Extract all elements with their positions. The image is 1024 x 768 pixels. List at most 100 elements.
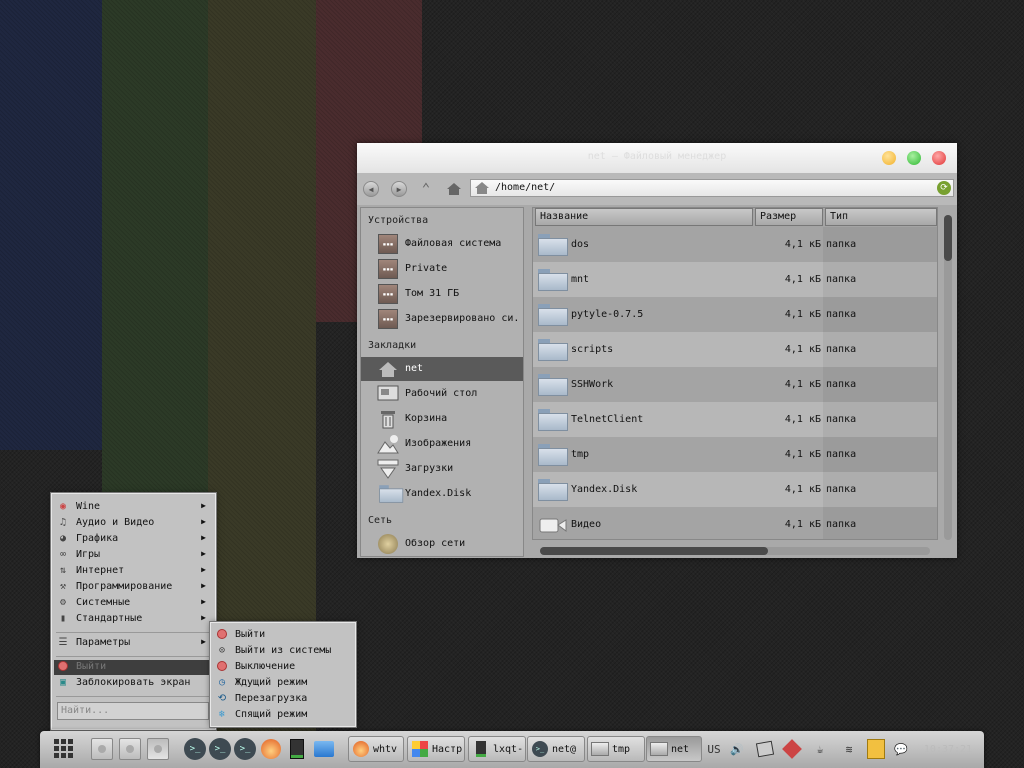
submenu-item-shutdown[interactable]: Выключение [213, 660, 351, 675]
horizontal-scrollbar[interactable] [540, 547, 930, 555]
scrollbar-thumb[interactable] [944, 215, 952, 261]
side-pane: Устройства ▪▪▪ Файловая система ▪▪▪ Privat… [360, 207, 524, 557]
column-header-type[interactable]: Тип [825, 208, 937, 226]
task-button-6[interactable]: net [646, 736, 702, 762]
file-row[interactable]: mnt 4,1 кБ папка [533, 262, 937, 297]
close-button[interactable] [932, 151, 946, 165]
folder-blue-icon [314, 741, 334, 757]
file-row[interactable]: scripts 4,1 кБ папка [533, 332, 937, 367]
maximize-button[interactable] [907, 151, 921, 165]
menu-item-network[interactable]: ⇅ Интернет ▶ [54, 564, 211, 579]
wifi-icon[interactable]: ≋ [838, 737, 860, 761]
volume-icon[interactable]: 🔊 [726, 737, 748, 761]
submenu-item-clock[interactable]: ◷ Ждущий режим [213, 676, 351, 691]
menu-item-lock-screen[interactable]: ▣ Заблокировать экран [54, 676, 211, 691]
network-manager-icon[interactable] [781, 737, 803, 761]
sidebar-item-trash[interactable]: Корзина [361, 407, 523, 431]
file-row[interactable]: Видео 4,1 кБ папка [533, 507, 937, 539]
quicklaunch-file-manager[interactable] [312, 735, 336, 763]
file-size: 4,1 кБ [784, 379, 821, 390]
desktop-dot-icon [154, 745, 162, 753]
submenu-item-snowflake[interactable]: ❄ Спящий режим [213, 708, 351, 723]
coffee-cup-icon[interactable]: ☕ [809, 737, 831, 761]
submenu-item-power[interactable]: Выйти [213, 628, 351, 643]
location-bar[interactable]: /home/net/ ⟳ [470, 179, 954, 197]
clock[interactable]: 10:37:21 [920, 737, 976, 761]
column-header-size[interactable]: Размер [755, 208, 823, 226]
up-button[interactable]: ⌃ [417, 180, 435, 198]
task-button-4[interactable]: >_ net@ [527, 736, 585, 762]
menu-item-music[interactable]: ♫ Аудио и Видео ▶ [54, 516, 211, 531]
file-name: SSHWork [571, 379, 614, 390]
file-size: 4,1 кБ [784, 449, 821, 460]
desktop-switch-1[interactable] [90, 735, 114, 763]
menu-item-logout[interactable]: Выйти [54, 660, 211, 675]
refresh-icon[interactable]: ⟳ [937, 181, 951, 195]
sidebar-item-network-browse[interactable]: Обзор сети [361, 532, 523, 556]
vertical-scrollbar[interactable] [944, 215, 952, 540]
task-button-5[interactable]: tmp [587, 736, 645, 762]
apps-grid-icon [54, 739, 73, 758]
notifications-icon[interactable]: 💬 [890, 737, 912, 761]
menu-item-settings[interactable]: ☰ Параметры ▶ [54, 636, 211, 651]
home-button[interactable] [445, 180, 463, 198]
quicklaunch-browser[interactable] [259, 735, 283, 763]
title-bar[interactable]: net – Файловый менеджер [357, 143, 957, 173]
desktop-switch-3[interactable] [146, 735, 170, 763]
sidebar-item-reserved[interactable]: ▪▪▪ Зарезервировано си... [361, 307, 523, 331]
back-button[interactable]: ◀ [362, 180, 380, 198]
menu-item-gamepad[interactable]: ∞ Игры ▶ [54, 548, 211, 563]
device-manager-icon[interactable] [754, 737, 776, 761]
menu-item-gears[interactable]: ⚙ Системные ▶ [54, 596, 211, 611]
column-header-name[interactable]: Название [535, 208, 753, 226]
file-row[interactable]: TelnetClient 4,1 кБ папка [533, 402, 937, 437]
file-row[interactable]: tmp 4,1 кБ папка [533, 437, 937, 472]
task-button-1[interactable]: whtv [348, 736, 404, 762]
file-row[interactable]: pytyle-0.7.5 4,1 кБ папка [533, 297, 937, 332]
sidebar-item-yandex-disk[interactable]: Yandex.Disk [361, 482, 523, 506]
file-name: dos [571, 239, 590, 250]
file-name: mnt [571, 274, 590, 285]
keyboard-layout-indicator[interactable]: US [706, 737, 722, 761]
task-label: net [671, 743, 690, 755]
quicklaunch-monitor[interactable] [286, 735, 308, 763]
desktop-switch-2[interactable] [118, 735, 142, 763]
file-row[interactable]: SSHWork 4,1 кБ папка [533, 367, 937, 402]
menu-item-wrench[interactable]: ⚒ Программирование ▶ [54, 580, 211, 595]
folder-icon [538, 444, 568, 466]
sidebar-item-volume[interactable]: ▪▪▪ Том 31 ГБ [361, 282, 523, 306]
menu-item-accessories[interactable]: ▮ Стандартные ▶ [54, 612, 211, 627]
forward-arrow-icon: ▶ [391, 181, 407, 197]
file-row[interactable]: Yandex.Disk 4,1 кБ папка [533, 472, 937, 507]
quicklaunch-terminal-1[interactable]: >_ [183, 735, 207, 763]
submenu-arrow-icon: ▶ [201, 565, 206, 574]
menu-item-wine[interactable]: ◉ Wine ▶ [54, 500, 211, 515]
sidebar-item-net[interactable]: net [361, 357, 523, 381]
folder-icon [538, 269, 568, 291]
task-button-2[interactable]: Настр [407, 736, 465, 762]
sidebar-item-pictures[interactable]: Изображения [361, 432, 523, 456]
settings-icon [411, 740, 429, 758]
notes-icon[interactable] [865, 737, 887, 761]
quicklaunch-terminal-3[interactable]: >_ [233, 735, 257, 763]
submenu-item-logout[interactable]: ⊙ Выйти из системы [213, 644, 351, 659]
menu-item-palette[interactable]: ◕ Графика ▶ [54, 532, 211, 547]
wallpaper-stripe-blue [0, 0, 102, 450]
submenu-item-reboot[interactable]: ⟲ Перезагрузка [213, 692, 351, 707]
sidebar-item-filesystem[interactable]: ▪▪▪ Файловая система [361, 232, 523, 256]
task-button-3[interactable]: lxqt- [468, 736, 526, 762]
forward-button[interactable]: ▶ [390, 180, 408, 198]
file-size: 4,1 кБ [784, 274, 821, 285]
main-menu-button[interactable] [52, 735, 76, 763]
sidebar-item-desktop[interactable]: Рабочий стол [361, 382, 523, 406]
file-row[interactable]: dos 4,1 кБ папка [533, 227, 937, 262]
sidebar-item-private[interactable]: ▪▪▪ Private [361, 257, 523, 281]
sidebar-item-downloads[interactable]: Загрузки [361, 457, 523, 481]
bookmarks-header: Закладки [368, 340, 417, 351]
file-type: папка [826, 414, 857, 425]
scrollbar-thumb[interactable] [540, 547, 768, 555]
quicklaunch-terminal-2[interactable]: >_ [208, 735, 232, 763]
file-name: tmp [571, 449, 590, 460]
menu-search-input[interactable]: Найти... [57, 702, 209, 720]
minimize-button[interactable] [882, 151, 896, 165]
